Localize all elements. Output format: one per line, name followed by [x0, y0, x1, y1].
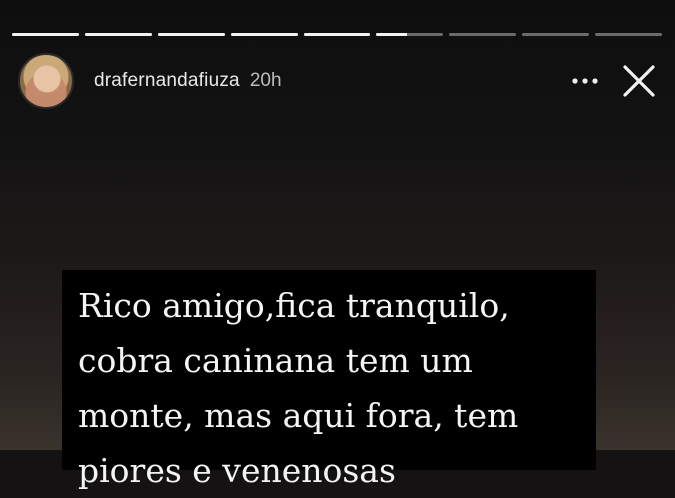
story-text-line: Rico amigo,fica tranquilo, [78, 286, 510, 325]
story-text-line: monte, mas aqui fora, tem [78, 396, 519, 435]
story-text-line: cobra caninana tem um [78, 341, 473, 380]
progress-segment [84, 33, 152, 36]
progress-segment [595, 33, 663, 36]
story-progress-bar [12, 33, 663, 37]
progress-segment [449, 33, 517, 36]
progress-segment [522, 33, 590, 36]
progress-segment [157, 33, 225, 36]
close-icon [623, 65, 655, 97]
story-header: drafernandafiuza 20h [18, 53, 665, 109]
progress-segment-fill [12, 33, 79, 36]
more-options-button[interactable] [569, 65, 601, 97]
more-horizontal-icon [572, 78, 598, 84]
progress-segment-fill [376, 33, 407, 36]
avatar[interactable] [18, 53, 74, 109]
progress-segment [376, 33, 444, 36]
story-text-sticker: Rico amigo,fica tranquilo, cobra caninan… [62, 270, 596, 490]
progress-segment-fill [84, 33, 152, 36]
story-text-line: piores e venenosas [78, 451, 396, 490]
story-viewer[interactable]: drafernandafiuza 20h Rico amigo,fica tra… [0, 0, 675, 490]
progress-segment [230, 33, 298, 36]
post-time: 20h [249, 70, 282, 91]
progress-segment [12, 33, 79, 36]
progress-segment-fill [303, 33, 371, 36]
close-button[interactable] [619, 61, 659, 101]
progress-segment-fill [230, 33, 298, 36]
progress-segment [303, 33, 371, 36]
username[interactable]: drafernandafiuza [94, 70, 240, 92]
progress-segment-fill [157, 33, 225, 36]
